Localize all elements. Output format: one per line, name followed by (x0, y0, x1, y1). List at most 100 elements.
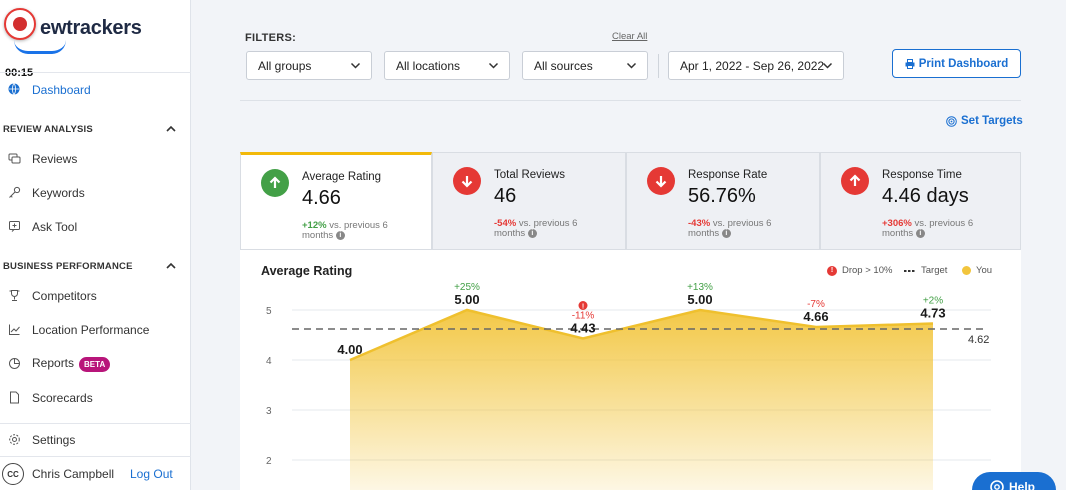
help-icon (990, 480, 1004, 490)
target-icon (946, 115, 957, 127)
data-value-label: 4.73 (920, 306, 945, 321)
printer-icon (905, 58, 915, 69)
kpi-change: +12% vs. previous 6 months i (302, 220, 388, 242)
kpi-name: Response Rate (688, 169, 768, 181)
chevron-down-icon (626, 62, 637, 69)
record-icon[interactable] (4, 8, 36, 40)
sidebar: ewtrackers 00:15 Dashboard REVIEW ANALYS… (0, 0, 191, 490)
filters-label: FILTERS: (245, 32, 297, 44)
print-dashboard-button[interactable]: Print Dashboard (892, 49, 1021, 78)
target-value-label: 4.62 (968, 334, 989, 346)
kpi-name: Response Time (882, 169, 962, 181)
kpi-name: Total Reviews (494, 169, 565, 181)
chevron-down-icon (822, 62, 833, 69)
sidebar-item-settings[interactable]: Settings (0, 428, 191, 452)
chevron-up-icon[interactable] (165, 260, 177, 272)
data-change-label: +25% (454, 282, 480, 293)
data-value-label: 5.00 (687, 292, 712, 307)
date-range-dropdown[interactable]: Apr 1, 2022 - Sep 26, 2022 (668, 51, 844, 80)
sidebar-item-competitors[interactable]: Competitors (0, 284, 191, 308)
sidebar-item-label: Competitors (32, 289, 97, 303)
arrow-up-icon (841, 167, 869, 195)
kpi-value: 4.46 days (882, 185, 969, 207)
divider (0, 72, 191, 73)
groups-dropdown[interactable]: All groups (246, 51, 372, 80)
sidebar-item-label: Keywords (32, 186, 85, 200)
kpi-change: +306% vs. previous 6 months i (882, 218, 974, 240)
kpi-total-reviews[interactable]: Total Reviews 46 -54% vs. previous 6 mon… (432, 152, 626, 250)
divider (0, 456, 191, 457)
kpi-response-time[interactable]: Response Time 4.46 days +306% vs. previo… (820, 152, 1021, 250)
set-targets-label: Set Targets (961, 115, 1023, 127)
sources-value: All sources (534, 58, 593, 73)
info-icon[interactable]: i (915, 229, 925, 238)
locations-dropdown[interactable]: All locations (384, 51, 510, 80)
key-icon (7, 185, 21, 199)
kpi-average-rating[interactable]: Average Rating 4.66 +12% vs. previous 6 … (240, 152, 432, 250)
sidebar-item-label: Reports BETA (32, 356, 111, 372)
sidebar-item-label: Settings (32, 433, 76, 447)
logout-link[interactable]: Log Out (130, 467, 173, 481)
line-chart-icon (7, 322, 21, 336)
ask-plus-icon (7, 219, 21, 233)
filter-separator (658, 54, 659, 78)
data-change-label: +2% (923, 296, 943, 307)
locations-value: All locations (396, 58, 461, 73)
kpi-value: 46 (494, 185, 517, 207)
average-rating-chart[interactable]: 54324.624.005.00+25%4.43-11%! 5.00+13%4.6… (240, 250, 1021, 490)
sidebar-item-keywords[interactable]: Keywords (0, 181, 191, 205)
sidebar-item-reviews[interactable]: Reviews (0, 147, 191, 171)
trophy-icon (7, 288, 21, 302)
chevron-up-icon[interactable] (165, 123, 177, 135)
rating-area (350, 310, 933, 490)
sidebar-item-reports[interactable]: Reports BETA (0, 352, 191, 376)
data-change-label: -11% (572, 311, 595, 322)
arrow-down-icon (453, 167, 481, 195)
data-change-label: +13% (687, 282, 713, 293)
chevron-down-icon (350, 62, 361, 69)
print-label: Print Dashboard (918, 57, 1009, 70)
sources-dropdown[interactable]: All sources (522, 51, 648, 80)
gear-icon (7, 432, 21, 446)
average-rating-chart-panel: Average Rating ! Drop > 10% Target You 5… (240, 250, 1021, 490)
sidebar-item-dashboard[interactable]: Dashboard (0, 78, 191, 102)
y-tick-label: 4 (266, 356, 272, 367)
data-value-label: 4.66 (803, 309, 828, 324)
sidebar-item-scorecards[interactable]: Scorecards (0, 386, 191, 410)
sidebar-item-label: Reviews (32, 152, 78, 166)
date-range-value: Apr 1, 2022 - Sep 26, 2022 (680, 58, 825, 73)
data-change-label: -7% (807, 299, 825, 310)
info-icon[interactable]: i (335, 231, 345, 240)
info-icon[interactable]: i (527, 229, 537, 238)
pie-chart-icon (7, 356, 21, 370)
sidebar-item-location-performance[interactable]: Location Performance (0, 318, 191, 342)
kpi-response-rate[interactable]: Response Rate 56.76% -43% vs. previous 6… (626, 152, 820, 250)
set-targets-button[interactable]: Set Targets (946, 115, 1023, 127)
filters-divider (240, 100, 1021, 101)
chat-bubbles-icon (7, 151, 21, 165)
sidebar-item-label: Scorecards (32, 391, 93, 405)
document-icon (7, 390, 21, 404)
avatar[interactable]: CC (2, 463, 24, 485)
chevron-down-icon (488, 62, 499, 69)
logo-text: ewtrackers (40, 17, 142, 39)
kpi-value: 56.76% (688, 185, 756, 207)
sidebar-item-ask-tool[interactable]: Ask Tool (0, 215, 191, 239)
logo-swoosh (14, 40, 66, 54)
data-value-label: 5.00 (454, 292, 479, 307)
kpi-value: 4.66 (302, 187, 341, 209)
sidebar-item-label: Dashboard (32, 83, 91, 97)
drop-alert-mark: ! (582, 304, 584, 311)
kpi-name: Average Rating (302, 171, 382, 183)
y-tick-label: 2 (266, 456, 272, 467)
info-icon[interactable]: i (721, 229, 731, 238)
beta-badge: BETA (79, 356, 111, 372)
section-business-performance: BUSINESS PERFORMANCE (3, 261, 133, 272)
sidebar-item-label: Location Performance (32, 323, 150, 337)
data-value-label: 4.43 (570, 321, 595, 336)
arrow-up-icon (261, 169, 289, 197)
y-tick-label: 3 (266, 406, 272, 417)
data-value-label: 4.00 (337, 342, 362, 357)
clear-all-link[interactable]: Clear All (612, 31, 647, 42)
help-button[interactable]: Help (972, 472, 1056, 490)
